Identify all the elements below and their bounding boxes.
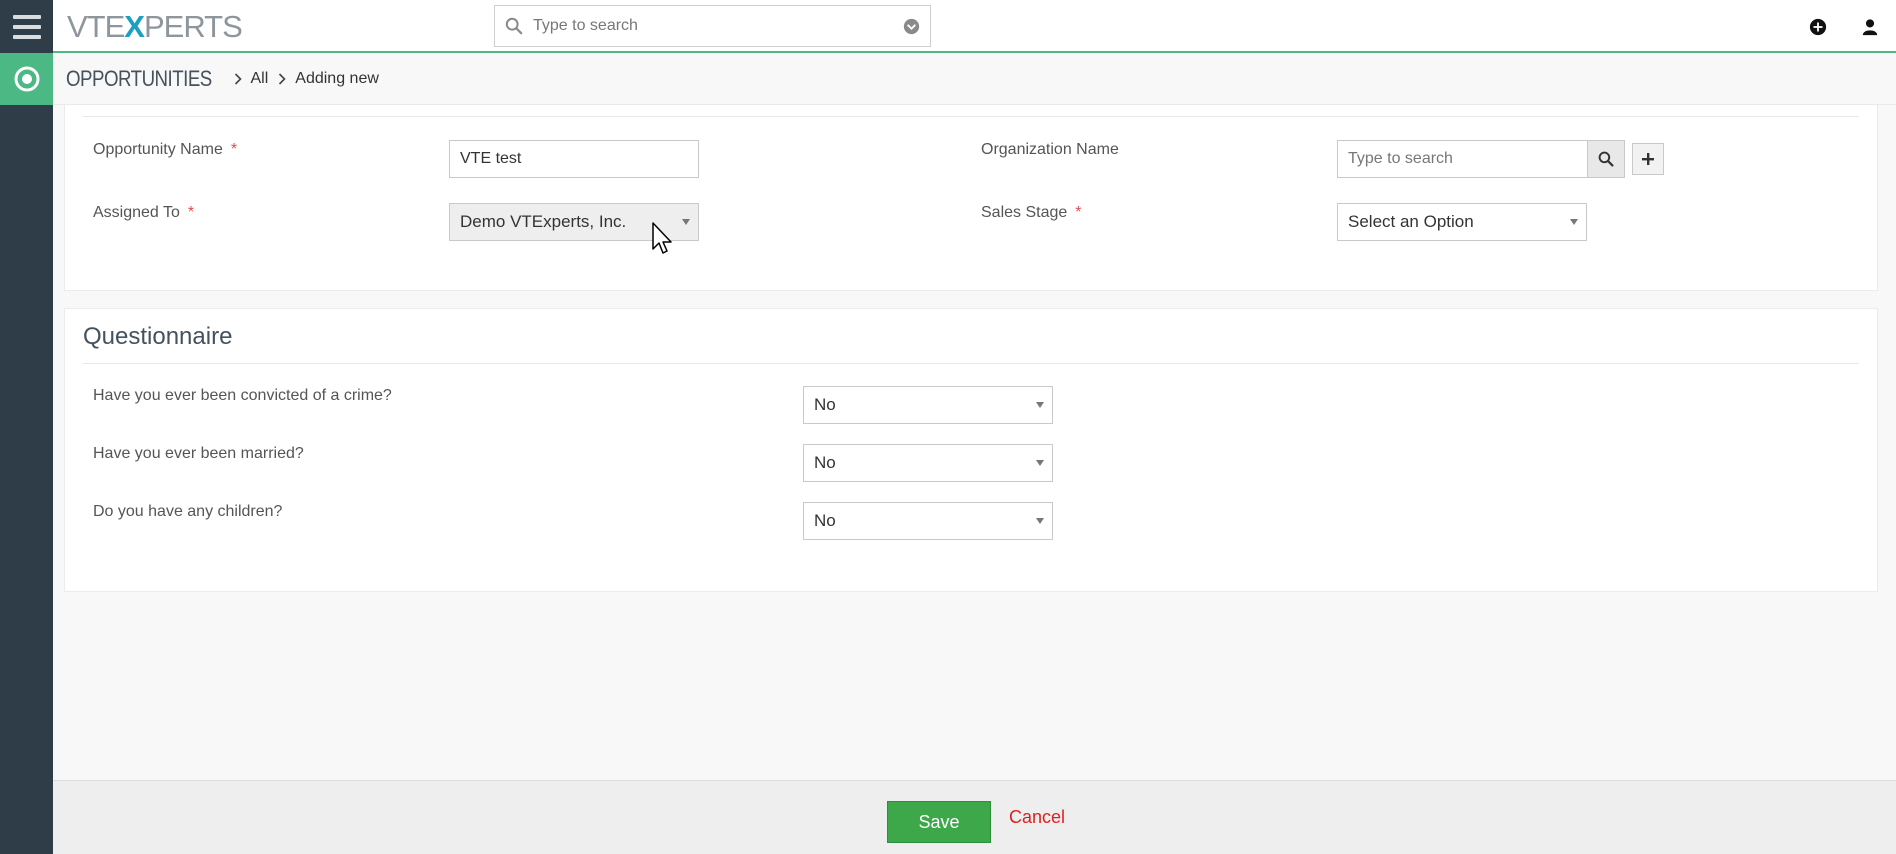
opportunity-details-block: Opportunity Name* Organization Name Assi… <box>64 105 1878 291</box>
caret-down-icon <box>1036 402 1044 408</box>
breadcrumb-all[interactable]: All <box>251 70 269 88</box>
global-search <box>494 5 931 47</box>
questionnaire-block: Questionnaire Have you ever been convict… <box>64 308 1878 592</box>
user-icon[interactable] <box>1844 0 1896 53</box>
sales-stage-label: Sales Stage * <box>981 204 1082 221</box>
divider <box>83 116 1859 117</box>
question-label: Have you ever been married? <box>93 445 304 462</box>
chevron-right-icon <box>234 72 242 85</box>
sidebar <box>0 53 53 854</box>
organization-name-input[interactable] <box>1337 140 1587 178</box>
form-footer: Save Cancel <box>53 780 1896 854</box>
sales-stage-select[interactable]: Select an Option <box>1337 203 1587 241</box>
menu-icon[interactable] <box>0 0 53 53</box>
cancel-link[interactable]: Cancel <box>1009 807 1065 828</box>
plus-circle-icon[interactable] <box>1792 0 1844 53</box>
question-label: Have you ever been convicted of a crime? <box>93 387 392 404</box>
organization-name-label: Organization Name <box>981 141 1119 158</box>
organization-search <box>1337 140 1625 178</box>
question-answer-select[interactable]: No <box>803 386 1053 424</box>
question-answer-select[interactable]: No <box>803 502 1053 540</box>
opportunity-name-label: Opportunity Name * <box>93 141 238 158</box>
opportunity-name-input[interactable] <box>449 140 699 178</box>
divider <box>83 363 1859 364</box>
top-actions <box>1792 0 1896 53</box>
search-icon <box>495 17 533 35</box>
caret-down-icon <box>682 219 690 225</box>
module-target-icon[interactable] <box>0 53 53 105</box>
question-label: Do you have any children? <box>93 503 283 520</box>
caret-down-icon <box>1036 460 1044 466</box>
breadcrumb: OPPORTUNITIES All Adding new <box>53 53 1896 105</box>
vtexperts-logo[interactable]: VTE X PERTS <box>67 9 243 45</box>
chevron-right-icon <box>278 72 286 85</box>
questionnaire-title: Questionnaire <box>83 323 233 350</box>
mouse-cursor-icon <box>652 222 672 254</box>
search-icon[interactable] <box>1587 140 1625 178</box>
assigned-to-label: Assigned To * <box>93 204 195 221</box>
caret-down-icon <box>1570 219 1578 225</box>
top-bar: VTE X PERTS <box>0 0 1896 53</box>
save-button[interactable]: Save <box>887 801 991 843</box>
chevron-down-circle-icon[interactable] <box>892 18 930 35</box>
question-answer-select[interactable]: No <box>803 444 1053 482</box>
plus-icon[interactable] <box>1632 143 1664 175</box>
breadcrumb-current: Adding new <box>295 69 379 87</box>
caret-down-icon <box>1036 518 1044 524</box>
module-title[interactable]: OPPORTUNITIES <box>66 66 212 92</box>
global-search-input[interactable] <box>533 17 892 35</box>
